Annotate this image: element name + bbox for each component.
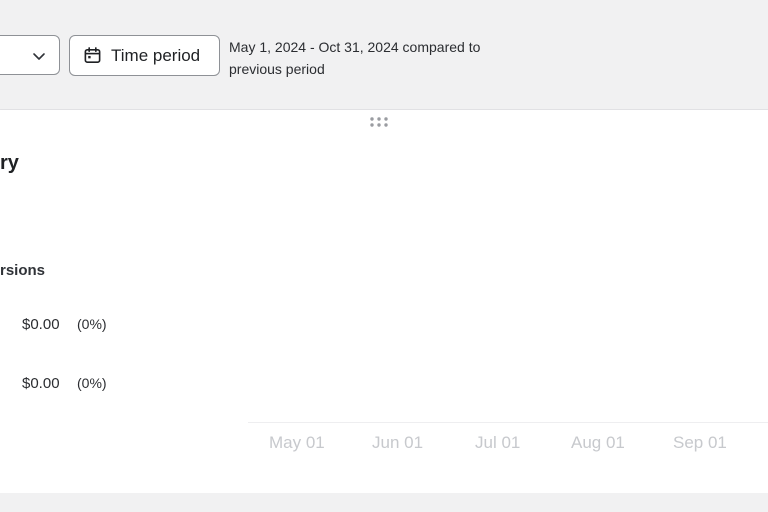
chevron-down-icon bbox=[33, 53, 45, 60]
time-period-label: Time period bbox=[111, 45, 201, 65]
x-tick-label: Aug 01 bbox=[571, 433, 625, 452]
metric-change: (0%) bbox=[77, 375, 107, 391]
x-tick-label: Jun 01 bbox=[372, 433, 424, 452]
metric-value: $0.00 bbox=[22, 316, 60, 333]
x-tick-label: May 01 bbox=[269, 433, 325, 452]
report-card: ry rsions $0.00 (0%) $0.00 (0%) May 01 J… bbox=[0, 110, 768, 493]
comparison-dropdown[interactable] bbox=[0, 35, 60, 75]
page-background-strip bbox=[0, 493, 768, 512]
chart-x-axis-line bbox=[248, 422, 768, 423]
conversions-label: rsions bbox=[0, 262, 46, 279]
report-toolbar: Time period May 1, 2024 - Oct 31, 2024 c… bbox=[0, 0, 768, 110]
card-title: ry bbox=[0, 152, 19, 174]
comparison-line: previous period bbox=[229, 61, 325, 77]
date-range-description: May 1, 2024 - Oct 31, 2024 compared to p… bbox=[229, 36, 529, 80]
drag-handle-icon[interactable] bbox=[369, 116, 389, 128]
time-period-button[interactable]: Time period bbox=[69, 35, 220, 76]
metric-change: (0%) bbox=[77, 316, 107, 332]
x-tick-label: Sep 01 bbox=[673, 433, 727, 452]
date-range-line: May 1, 2024 - Oct 31, 2024 compared to bbox=[229, 39, 481, 55]
calendar-icon bbox=[84, 47, 101, 63]
x-tick-label: Jul 01 bbox=[475, 433, 521, 452]
metric-value: $0.00 bbox=[22, 375, 60, 392]
